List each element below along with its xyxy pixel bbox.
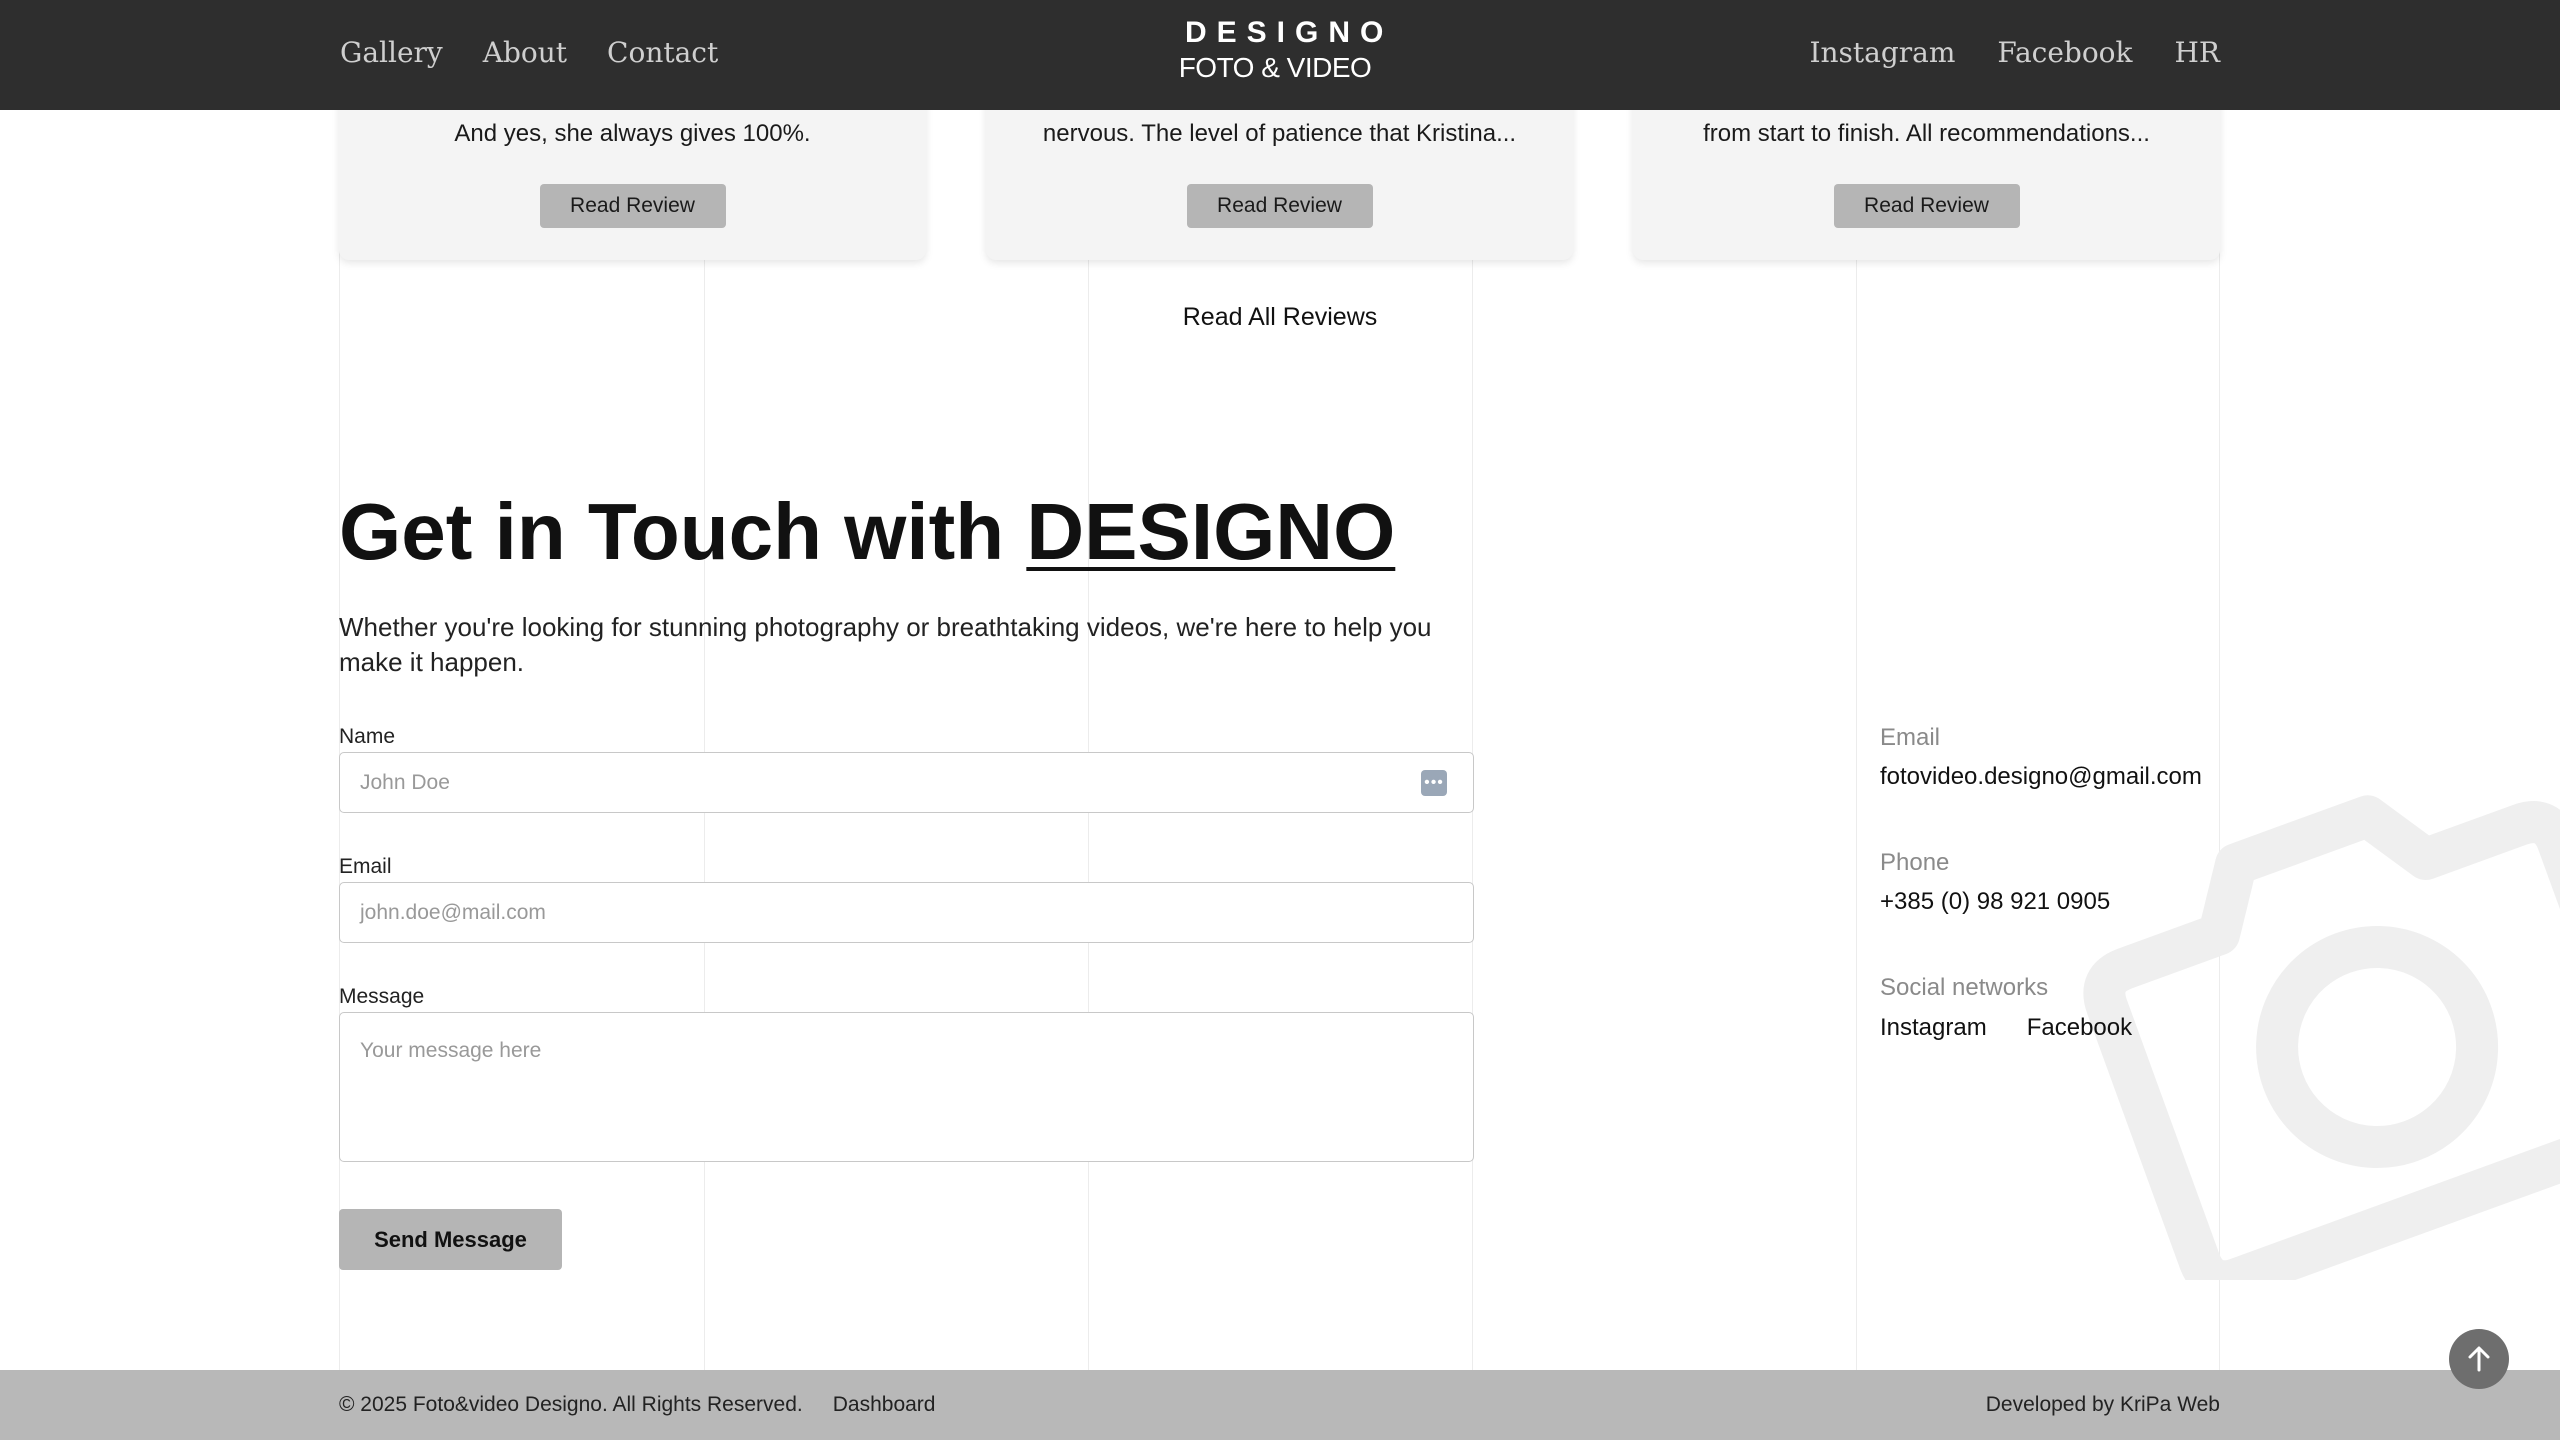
social-facebook-link[interactable]: Facebook: [2027, 1014, 2132, 1042]
message-label: Message: [339, 985, 425, 1008]
review-excerpt: nervous. The level of patience that Kris…: [1042, 120, 1517, 147]
site-header: Gallery About Contact DESIGNO FOTO & VID…: [0, 0, 2560, 110]
site-footer: © 2025 Foto&video Designo. All Rights Re…: [0, 1370, 2560, 1440]
contact-title-brand: DESIGNO: [1026, 487, 1396, 576]
review-excerpt: from start to finish. All recommendation…: [1703, 120, 2150, 147]
scroll-to-top-button[interactable]: [2449, 1329, 2509, 1389]
nav-about[interactable]: About: [483, 36, 567, 69]
language-switch-hr[interactable]: HR: [2175, 36, 2221, 69]
read-all-reviews-link[interactable]: Read All Reviews: [1000, 303, 1560, 332]
logo-title: DESIGNO: [1185, 16, 1394, 49]
nav-instagram[interactable]: Instagram: [1809, 36, 1955, 69]
email-input[interactable]: john.doe@mail.com: [339, 882, 1474, 943]
info-email-label: Email: [1880, 724, 1941, 751]
read-review-button[interactable]: Read Review: [539, 184, 726, 228]
read-review-button[interactable]: Read Review: [1833, 184, 2020, 228]
info-social-label: Social networks: [1880, 974, 2049, 1001]
camera-icon: [2083, 795, 2560, 1280]
copyright-text: © 2025 Foto&video Designo. All Rights Re…: [339, 1393, 803, 1416]
info-phone-link[interactable]: +385 (0) 98 921 0905: [1880, 888, 2110, 916]
more-dots-icon[interactable]: •••: [1421, 770, 1447, 796]
nav-facebook[interactable]: Facebook: [1997, 36, 2132, 69]
arrow-up-icon: [2468, 1346, 2490, 1372]
social-instagram-link[interactable]: Instagram: [1880, 1014, 1987, 1042]
social-nav: Instagram Facebook HR: [1809, 36, 2220, 69]
email-placeholder: john.doe@mail.com: [360, 900, 546, 924]
main-nav: Gallery About Contact: [340, 36, 718, 69]
read-review-button[interactable]: Read Review: [1186, 184, 1373, 228]
name-input[interactable]: John Doe •••: [339, 752, 1474, 813]
contact-title: Get in Touch with DESIGNO: [339, 486, 1395, 578]
message-placeholder: Your message here: [360, 1039, 542, 1062]
contact-title-prefix: Get in Touch with: [339, 487, 1027, 576]
review-excerpt: And yes, she always gives 100%.: [454, 120, 811, 147]
nav-gallery[interactable]: Gallery: [340, 36, 443, 69]
name-placeholder: John Doe: [360, 770, 450, 794]
email-label: Email: [339, 855, 392, 878]
info-email-link[interactable]: fotovideo.designo@gmail.com: [1880, 763, 2202, 791]
developer-credit-link[interactable]: Developed by KriPa Web: [1986, 1393, 2220, 1417]
dashboard-link[interactable]: Dashboard: [833, 1393, 936, 1417]
name-label: Name: [339, 725, 396, 748]
social-links: Instagram Facebook: [1880, 1014, 2132, 1042]
nav-contact[interactable]: Contact: [607, 36, 718, 69]
message-textarea[interactable]: Your message here: [339, 1012, 1474, 1162]
contact-description: Whether you're looking for stunning phot…: [339, 612, 1432, 677]
info-phone-label: Phone: [1880, 849, 1950, 876]
logo-subtitle: FOTO & VIDEO: [1178, 52, 1372, 83]
send-message-button[interactable]: Send Message: [339, 1209, 562, 1270]
site-logo[interactable]: DESIGNO FOTO & VIDEO: [1175, 16, 1394, 84]
footer-left: © 2025 Foto&video Designo. All Rights Re…: [339, 1393, 935, 1417]
